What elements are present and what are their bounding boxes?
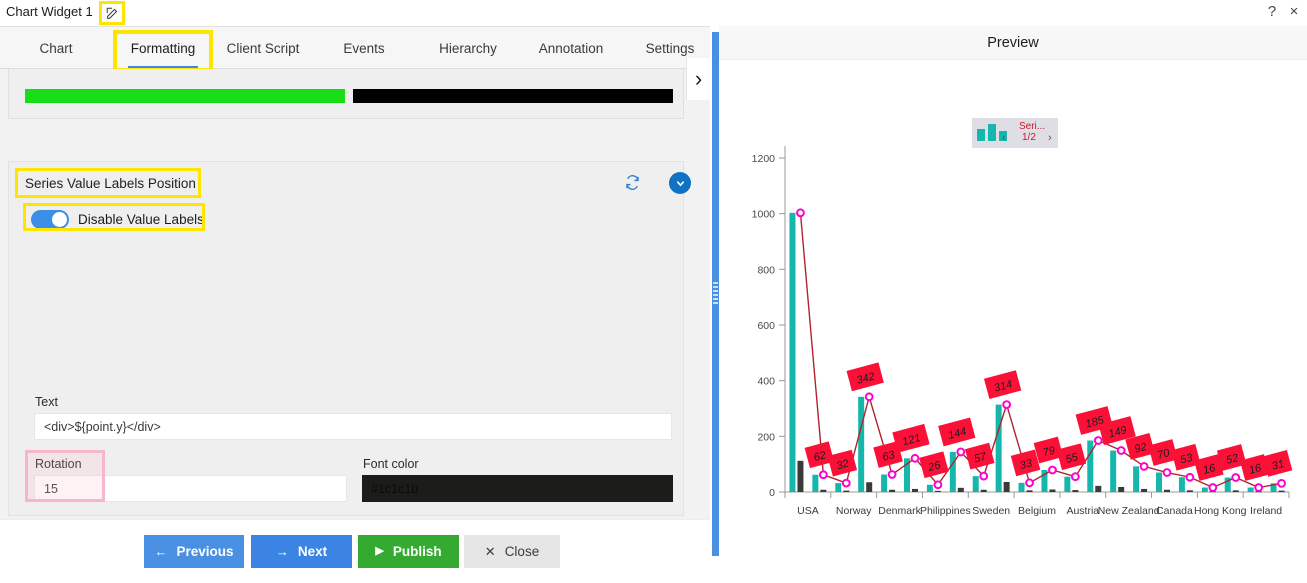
svg-text:Hong Kong: Hong Kong (1194, 505, 1247, 517)
previous-button-label: Previous (176, 544, 234, 559)
swatch-green[interactable] (25, 89, 345, 103)
tab-formatting[interactable]: Formatting (116, 27, 210, 69)
svg-text:400: 400 (757, 376, 775, 388)
publish-button-label: Publish (392, 544, 442, 559)
close-button-label: Close (504, 544, 540, 559)
close-window-icon[interactable]: × (1286, 4, 1302, 20)
close-x-icon: ✕ (484, 544, 496, 559)
svg-text:600: 600 (757, 320, 775, 332)
swatch-black[interactable] (353, 89, 673, 103)
tab-events[interactable]: Events (324, 27, 404, 69)
svg-text:1200: 1200 (752, 153, 776, 165)
editor-panel: Chart Formatting Client Script Events Hi… (0, 26, 710, 583)
form-scroll-body: Series Value Labels Position Disable Val… (0, 69, 710, 519)
series-value-labels-section: Series Value Labels Position Disable Val… (8, 161, 691, 516)
publish-button[interactable]: ▶ Publish (358, 535, 459, 568)
chart-preview: Seri... ‹ 1/2 › 0 200 400 600 800 1000 1200 USA… (719, 60, 1307, 526)
svg-text:0: 0 (769, 487, 775, 499)
play-icon: ▶ (375, 545, 384, 557)
close-button[interactable]: ✕ Close (464, 535, 560, 568)
next-button-label: Next (297, 544, 328, 559)
window-title: Chart Widget 1 (6, 4, 93, 19)
text-input[interactable]: <div>${point.y}</div> (34, 413, 672, 440)
refresh-icon[interactable] (624, 174, 644, 194)
tab-chart[interactable]: Chart (18, 27, 94, 69)
splitter-grip-icon[interactable] (713, 282, 718, 304)
font-color-field-label: Font color (363, 457, 419, 471)
text-field-label: Text (35, 395, 58, 409)
tab-hierarchy[interactable]: Hierarchy (422, 27, 514, 69)
svg-text:Austria: Austria (1066, 505, 1099, 517)
svg-text:Sweden: Sweden (972, 505, 1010, 517)
previous-button[interactable]: ← Previous (144, 535, 244, 568)
svg-text:Belgium: Belgium (1018, 505, 1056, 517)
svg-text:Norway: Norway (836, 505, 872, 517)
svg-text:Ireland: Ireland (1250, 505, 1282, 517)
chart-svg: 0 200 400 600 800 1000 1200 USA Norway Denmark Phi… (752, 146, 1293, 517)
rotation-field-label: Rotation (35, 457, 82, 471)
svg-text:Denmark: Denmark (878, 505, 921, 517)
next-button[interactable]: → Next (251, 535, 352, 568)
color-swatch-card (8, 69, 684, 119)
svg-text:800: 800 (757, 264, 775, 276)
preview-title: Preview (719, 26, 1307, 60)
svg-text:Philippines: Philippines (920, 505, 971, 517)
help-icon[interactable]: ? (1264, 4, 1280, 20)
tab-strip: Chart Formatting Client Script Events Hi… (0, 27, 710, 72)
font-color-input[interactable]: #1c1c1b (362, 475, 673, 502)
toggle-knob (52, 212, 67, 227)
edit-title-icon[interactable] (99, 1, 125, 25)
tab-annotation[interactable]: Annotation (528, 27, 614, 69)
disable-value-labels-toggle[interactable] (31, 210, 69, 229)
svg-text:Canada: Canada (1156, 505, 1193, 517)
section-title: Series Value Labels Position (25, 176, 196, 191)
disable-value-labels-label: Disable Value Labels (78, 212, 204, 227)
svg-text:200: 200 (757, 431, 775, 443)
preview-panel: Preview Seri... ‹ 1/2 › 0 200 400 600 800 100… (719, 26, 1307, 556)
svg-text:1000: 1000 (752, 209, 776, 221)
arrow-left-icon: ← (154, 544, 168, 559)
svg-text:New Zealand: New Zealand (1098, 505, 1160, 517)
footer-button-bar: ← Previous → Next ▶ Publish ✕ Close (0, 519, 710, 583)
arrow-right-icon: → (275, 544, 289, 559)
rotation-input[interactable]: 15 (34, 475, 347, 502)
disable-value-labels-row[interactable]: Disable Value Labels (31, 210, 204, 229)
tab-client-script[interactable]: Client Script (216, 27, 310, 69)
chevron-down-icon[interactable] (669, 172, 691, 194)
svg-text:USA: USA (797, 505, 819, 517)
tabs-next-arrow[interactable]: › (686, 58, 710, 100)
window-titlebar: Chart Widget 1 ? × (0, 0, 1307, 26)
